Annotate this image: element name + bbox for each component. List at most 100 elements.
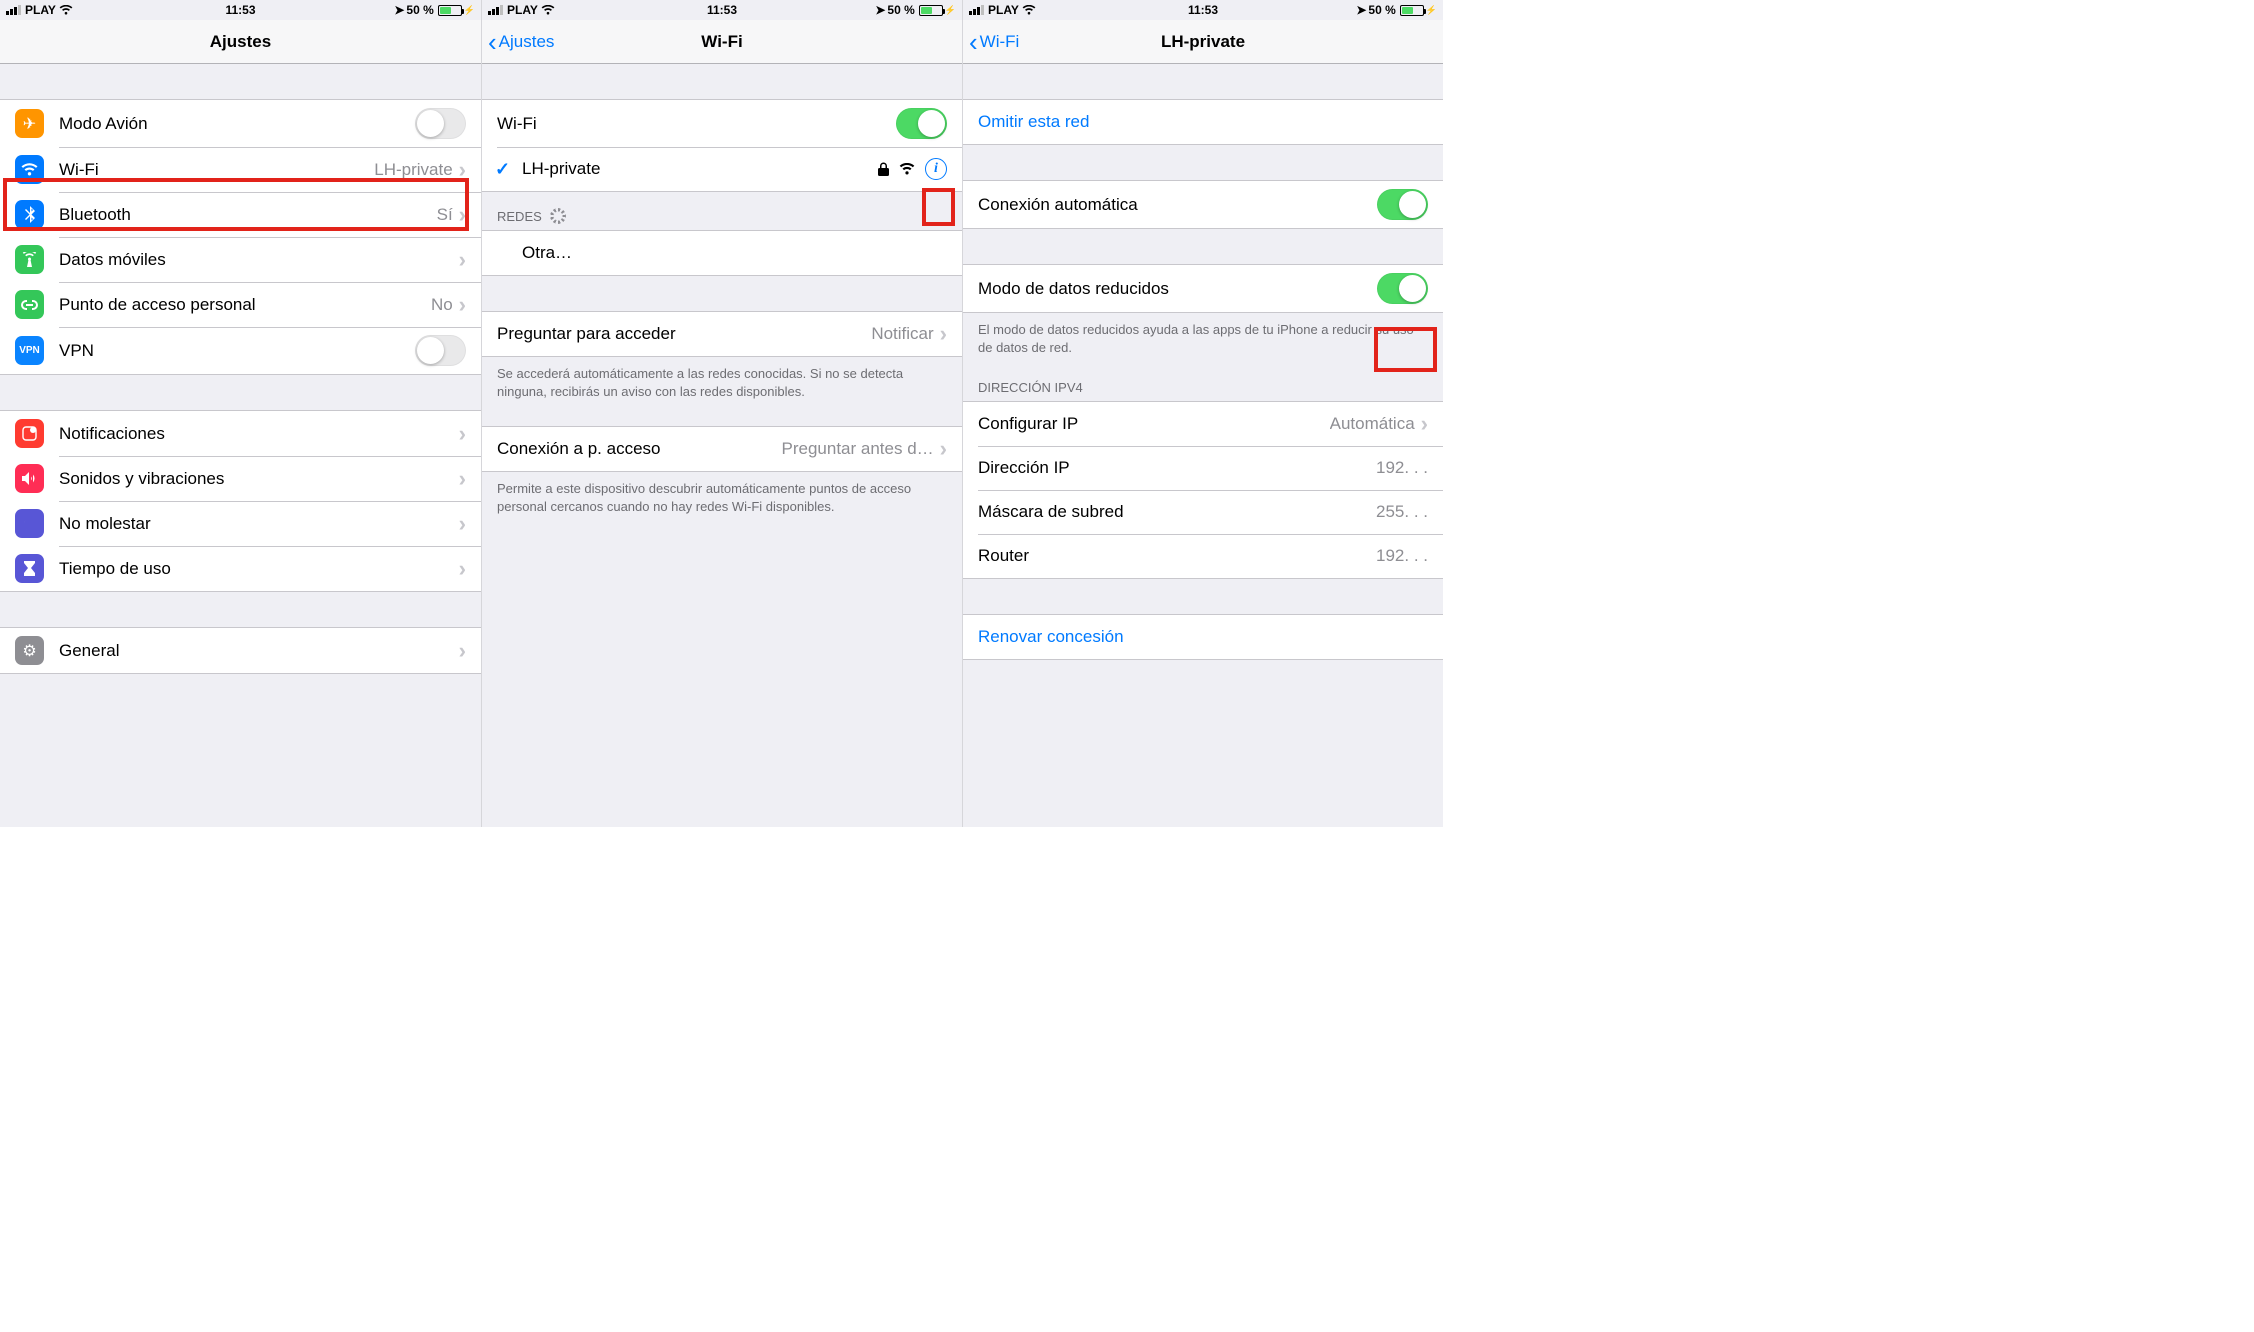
checkmark-icon: ✓ xyxy=(495,159,510,180)
airplane-toggle[interactable] xyxy=(415,108,466,139)
row-sounds[interactable]: Sonidos y vibraciones › xyxy=(0,456,481,501)
row-label: Dirección IP xyxy=(978,458,1376,478)
row-hotspot-auto[interactable]: Conexión a p. acceso Preguntar antes d… … xyxy=(482,427,962,471)
hotspot-footer: Permite a este dispositivo descubrir aut… xyxy=(482,472,962,523)
row-detail: Automática xyxy=(1330,414,1415,434)
status-bar: PLAY 11:53 ➤ 50 % ⚡ xyxy=(482,0,962,20)
chevron-right-icon: › xyxy=(459,204,466,226)
auto-join-toggle[interactable] xyxy=(1377,189,1428,220)
row-cellular[interactable]: Datos móviles › xyxy=(0,237,481,282)
row-label: Sonidos y vibraciones xyxy=(59,469,459,489)
row-connected-network[interactable]: ✓ LH-private i xyxy=(482,147,962,191)
nav-bar: ‹ Wi-Fi LH-private xyxy=(963,20,1443,64)
pane-settings: PLAY 11:53 ➤ 50 % ⚡ Ajustes ✈ Modo Avión… xyxy=(0,0,481,827)
row-detail: 192. . . xyxy=(1376,458,1428,478)
page-title: LH-private xyxy=(963,32,1443,52)
row-label: No molestar xyxy=(59,514,459,534)
row-detail: Sí xyxy=(437,205,453,225)
row-notifications[interactable]: Notificaciones › xyxy=(0,411,481,456)
status-bar: PLAY 11:53 ➤ 50 % ⚡ xyxy=(963,0,1443,20)
row-label: Renovar concesión xyxy=(978,627,1428,647)
lock-icon xyxy=(878,162,889,176)
vpn-toggle[interactable] xyxy=(415,335,466,366)
row-auto-join[interactable]: Conexión automática xyxy=(963,181,1443,228)
chevron-right-icon: › xyxy=(459,294,466,316)
row-dnd[interactable]: No molestar › xyxy=(0,501,481,546)
row-label: Wi-Fi xyxy=(497,114,896,134)
row-label: Router xyxy=(978,546,1376,566)
row-bluetooth[interactable]: Bluetooth Sí › xyxy=(0,192,481,237)
info-icon[interactable]: i xyxy=(925,158,947,180)
row-detail: 255. . . xyxy=(1376,502,1428,522)
antenna-icon xyxy=(15,245,44,274)
row-detail: Notificar xyxy=(871,324,933,344)
ask-footer: Se accederá automáticamente a las redes … xyxy=(482,357,962,408)
row-label: Conexión automática xyxy=(978,195,1377,215)
section-networks-header: REDES xyxy=(482,192,962,230)
battery-icon xyxy=(1400,5,1424,16)
chevron-right-icon: › xyxy=(1421,413,1428,435)
row-detail: No xyxy=(431,295,453,315)
chevron-right-icon: › xyxy=(940,323,947,345)
row-other-network[interactable]: Otra… xyxy=(482,231,962,275)
row-wifi[interactable]: Wi-Fi LH-private › xyxy=(0,147,481,192)
row-label: VPN xyxy=(59,341,415,361)
link-icon xyxy=(15,290,44,319)
page-title: Ajustes xyxy=(0,32,481,52)
battery-icon xyxy=(919,5,943,16)
section-ipv4-header: DIRECCIÓN IPV4 xyxy=(963,364,1443,401)
speaker-icon xyxy=(15,464,44,493)
row-detail: Preguntar antes d… xyxy=(782,439,934,459)
chevron-right-icon: › xyxy=(459,423,466,445)
gear-icon: ⚙ xyxy=(15,636,44,665)
nav-bar: ‹ Ajustes Wi-Fi xyxy=(482,20,962,64)
page-title: Wi-Fi xyxy=(482,32,962,52)
chevron-right-icon: › xyxy=(459,513,466,535)
bluetooth-icon xyxy=(15,200,44,229)
row-label: Otra… xyxy=(522,243,947,263)
chevron-right-icon: › xyxy=(459,249,466,271)
row-configure-ip[interactable]: Configurar IP Automática › xyxy=(963,402,1443,446)
clock: 11:53 xyxy=(482,3,962,17)
row-label: Configurar IP xyxy=(978,414,1330,434)
wifi-toggle[interactable] xyxy=(896,108,947,139)
row-ask-to-join[interactable]: Preguntar para acceder Notificar › xyxy=(482,312,962,356)
chevron-right-icon: › xyxy=(459,558,466,580)
row-label: Datos móviles xyxy=(59,250,459,270)
row-label: Modo Avión xyxy=(59,114,415,134)
pane-network-details: PLAY 11:53 ➤ 50 % ⚡ ‹ Wi-Fi LH-private O… xyxy=(962,0,1443,827)
low-data-toggle[interactable] xyxy=(1377,273,1428,304)
row-label: Máscara de subred xyxy=(978,502,1376,522)
forget-network-button[interactable]: Omitir esta red xyxy=(963,100,1443,144)
renew-lease-button[interactable]: Renovar concesión xyxy=(963,615,1443,659)
clock: 11:53 xyxy=(963,3,1443,17)
vpn-icon: VPN xyxy=(15,336,44,365)
moon-icon xyxy=(15,509,44,538)
row-low-data-mode[interactable]: Modo de datos reducidos xyxy=(963,265,1443,312)
row-hotspot[interactable]: Punto de acceso personal No › xyxy=(0,282,481,327)
row-general[interactable]: ⚙ General › xyxy=(0,628,481,673)
row-vpn[interactable]: VPN VPN xyxy=(0,327,481,374)
notifications-icon xyxy=(15,419,44,448)
battery-icon xyxy=(438,5,462,16)
row-wifi-toggle[interactable]: Wi-Fi xyxy=(482,100,962,147)
spinner-icon xyxy=(550,208,566,224)
wifi-strength-icon xyxy=(899,163,915,175)
row-detail: LH-private xyxy=(374,160,452,180)
chevron-right-icon: › xyxy=(459,468,466,490)
nav-bar: Ajustes xyxy=(0,20,481,64)
row-ip-address: Dirección IP 192. . . xyxy=(963,446,1443,490)
row-router: Router 192. . . xyxy=(963,534,1443,578)
row-label: Wi-Fi xyxy=(59,160,374,180)
row-label: Preguntar para acceder xyxy=(497,324,871,344)
ssid-label: LH-private xyxy=(522,159,878,179)
row-airplane-mode[interactable]: ✈ Modo Avión xyxy=(0,100,481,147)
clock: 11:53 xyxy=(0,3,481,17)
row-label: Notificaciones xyxy=(59,424,459,444)
row-label: Bluetooth xyxy=(59,205,437,225)
status-bar: PLAY 11:53 ➤ 50 % ⚡ xyxy=(0,0,481,20)
pane-wifi: PLAY 11:53 ➤ 50 % ⚡ ‹ Ajustes Wi-Fi Wi-F… xyxy=(481,0,962,827)
row-subnet-mask: Máscara de subred 255. . . xyxy=(963,490,1443,534)
row-detail: 192. . . xyxy=(1376,546,1428,566)
row-screentime[interactable]: Tiempo de uso › xyxy=(0,546,481,591)
